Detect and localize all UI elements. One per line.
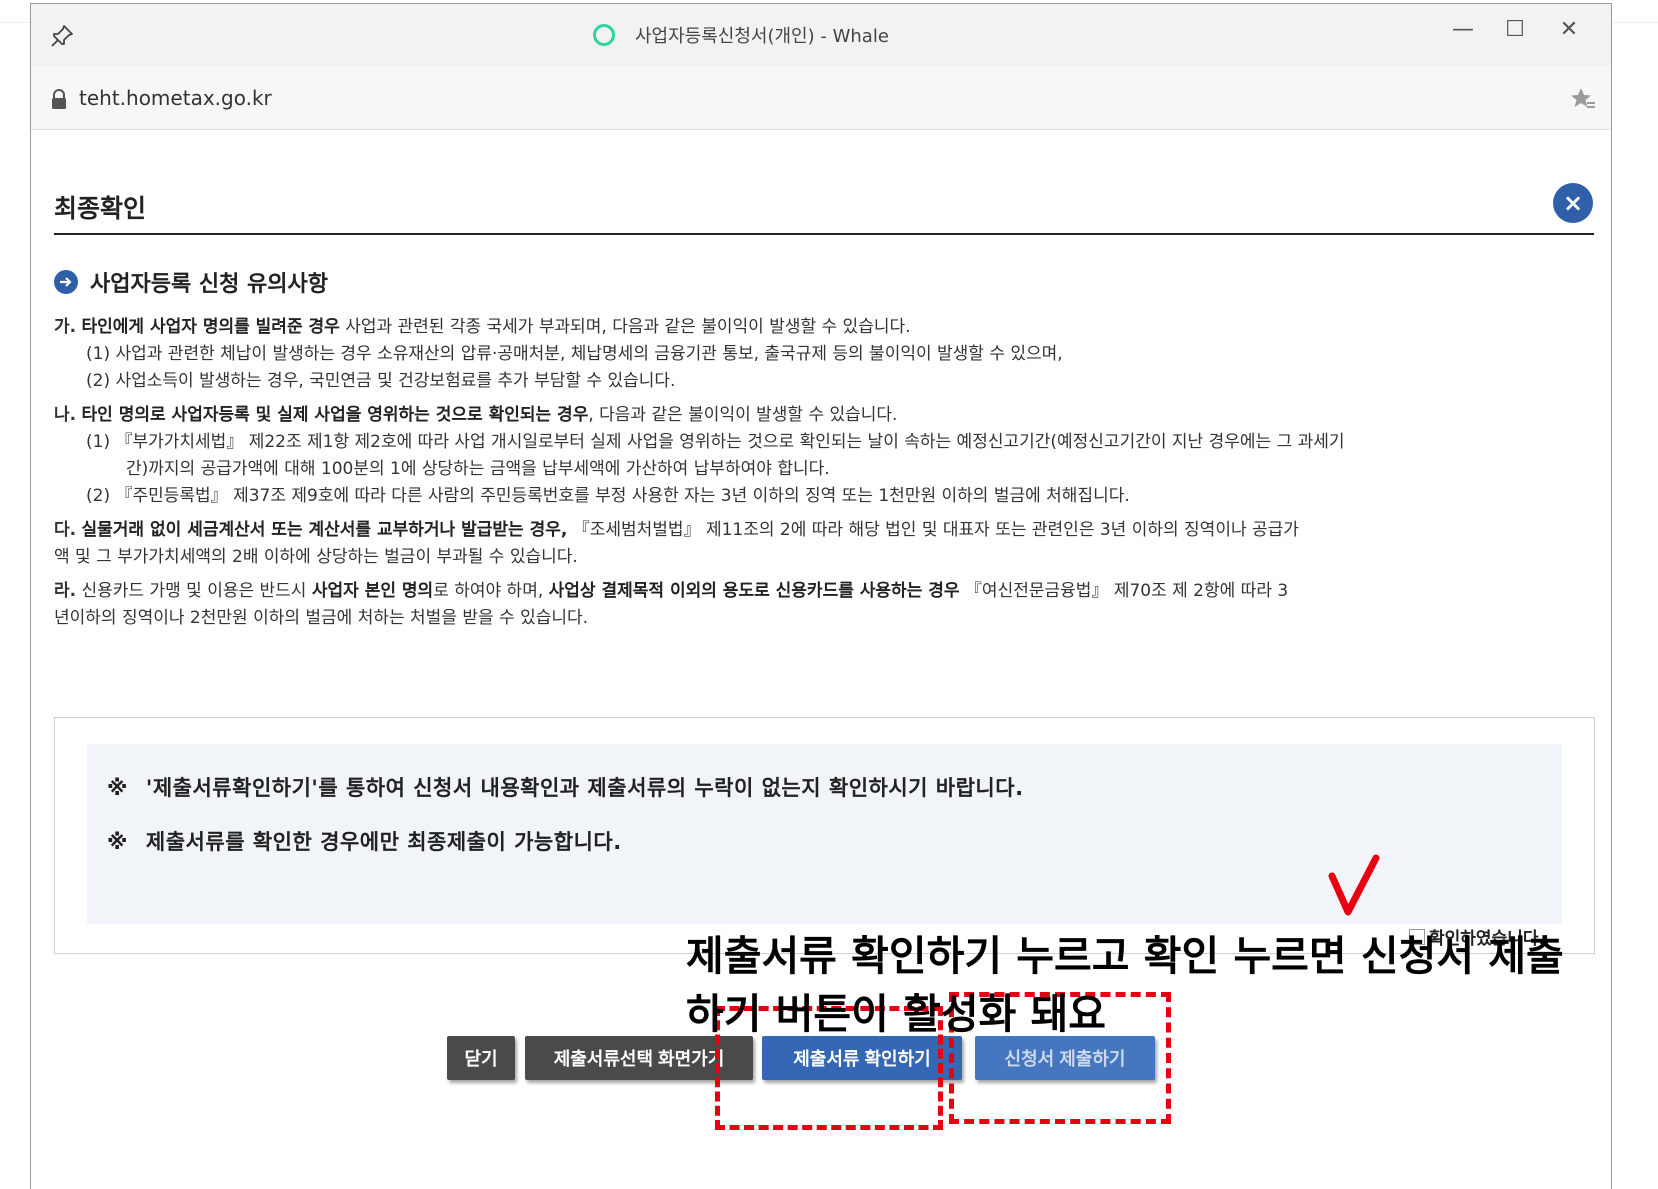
notice-bold-text: 사업상 결제목적 이외의 용도로 신용카드를 사용하는 경우 [548, 581, 960, 601]
notice-text: 로 하여야 하며, [433, 581, 549, 601]
notice-bold-text: 타인에게 사업자 명의를 빌려준 경우 [81, 317, 340, 337]
title-divider [54, 233, 1594, 235]
address-bar: teht.hometax.go.kr [31, 66, 1611, 130]
notice-bold-text: 실물거래 없이 세금계산서 또는 계산서를 교부하거나 발급받는 경우, [81, 520, 568, 540]
notice-marker: 가. [54, 317, 77, 337]
instruction-annotation: 제출서류 확인하기 누르고 확인 누르면 신청서 제출 하기 버튼이 활성화 돼… [686, 927, 1564, 1043]
confirm-message-text: '제출서류확인하기'를 통하여 신청서 내용확인과 제출서류의 누락이 없는지 … [145, 776, 1024, 800]
bookmark-star-icon[interactable] [1569, 86, 1597, 112]
window-close-icon: ✕ [1559, 16, 1579, 42]
notice-sub-item: (1) 사업과 관련한 체납이 발생하는 경우 소유재산의 압류·공매처분, 체… [86, 344, 1063, 364]
notice-text: 사업과 관련된 각종 국세가 부과되며, 다음과 같은 불이익이 발생할 수 있… [339, 317, 911, 337]
notice-text-continued: 년이하의 징역이나 2천만원 이하의 벌금에 처하는 처벌을 받을 수 있습니다… [54, 608, 589, 628]
section-title: 사업자등록 신청 유의사항 [90, 272, 328, 297]
minimize-icon: — [1452, 16, 1474, 42]
pin-icon[interactable] [49, 23, 75, 49]
notice-sub-item: (2) 『주민등록법』 제37조 제9호에 따라 다른 사람의 주민등록번호를 … [86, 486, 1130, 506]
close-icon: × [1562, 189, 1584, 217]
notice-item-da: 다. 실물거래 없이 세금계산서 또는 계산서를 교부하거나 발급받는 경우, … [54, 517, 1599, 571]
annotation-line: 제출서류 확인하기 누르고 확인 누르면 신청서 제출 [686, 932, 1564, 980]
dialog-content: 최종확인 × 사업자등록 신청 유의사항 가. 타인에게 사업자 명의를 빌려준… [31, 131, 1611, 1189]
notice-bold-text: 사업자 본인 명의 [311, 581, 434, 601]
confirm-message-text: 제출서류를 확인한 경우에만 최종제출이 가능합니다. [145, 830, 622, 854]
notice-bold-text: 타인 명의로 사업자등록 및 실제 사업을 영위하는 것으로 확인되는 경우 [81, 405, 589, 425]
url-text[interactable]: teht.hometax.go.kr [79, 86, 272, 110]
notice-item-ga: 가. 타인에게 사업자 명의를 빌려준 경우 사업과 관련된 각종 국세가 부과… [54, 314, 1599, 395]
browser-window: 사업자등록신청서(개인) - Whale — ☐ ✕ teht.hometax.… [30, 3, 1612, 1189]
window-title: 사업자등록신청서(개인) - Whale [635, 26, 889, 47]
reference-mark: ※ [107, 830, 128, 854]
notice-text: 신용카드 가맹 및 이용은 반드시 [76, 581, 312, 601]
confirm-message-1: ※ '제출서류확인하기'를 통하여 신청서 내용확인과 제출서류의 누락이 없는지… [107, 772, 1024, 802]
section-header: 사업자등록 신청 유의사항 [54, 266, 328, 298]
notice-item-ra: 라. 신용카드 가맹 및 이용은 반드시 사업자 본인 명의로 하여야 하며, … [54, 578, 1599, 632]
notice-text-continued: 액 및 그 부가가치세액의 2배 이하에 상당하는 벌금이 부과될 수 있습니다… [54, 547, 578, 567]
notice-text: , 다음과 같은 불이익이 발생할 수 있습니다. [588, 405, 898, 425]
lock-icon [52, 89, 66, 109]
maximize-icon: ☐ [1505, 16, 1525, 42]
notice-sub-item-continued: 간)까지의 공급가액에 대해 100분의 1에 상당하는 금액을 납부세액에 가… [126, 459, 830, 479]
confirm-message-2: ※ 제출서류를 확인한 경우에만 최종제출이 가능합니다. [107, 826, 622, 856]
close-button[interactable]: 닫기 [447, 1036, 515, 1080]
window-title-group: 사업자등록신청서(개인) - Whale [593, 22, 889, 48]
dialog-close-button[interactable]: × [1553, 183, 1593, 223]
page-title: 최종확인 [54, 194, 147, 223]
whale-browser-icon [593, 24, 615, 46]
reference-mark: ※ [107, 776, 128, 800]
notice-sub-item: (2) 사업소득이 발생하는 경우, 국민연금 및 건강보험료를 추가 부담할 … [86, 371, 676, 391]
notice-marker: 나. [54, 405, 77, 425]
minimize-button[interactable]: — [1445, 14, 1481, 44]
notice-text: 『조세범처벌법』 제11조의 2에 따라 해당 법인 및 대표자 또는 관련인은… [567, 520, 1299, 540]
notice-list: 가. 타인에게 사업자 명의를 빌려준 경우 사업과 관련된 각종 국세가 부과… [54, 314, 1599, 639]
notice-sub-item: (1) 『부가가치세법』 제22조 제1항 제2호에 따라 사업 개시일로부터 … [86, 432, 1345, 452]
notice-text: 『여신전문금융법』 제70조 제 2항에 따라 3 [959, 581, 1289, 601]
notice-marker: 라. [54, 581, 77, 601]
arrow-right-icon [54, 270, 78, 294]
window-close-button[interactable]: ✕ [1551, 14, 1587, 44]
maximize-button[interactable]: ☐ [1497, 14, 1533, 44]
red-checkmark-icon [1328, 854, 1380, 916]
notice-marker: 다. [54, 520, 77, 540]
annotation-line: 하기 버튼이 활성화 돼요 [686, 990, 1107, 1038]
notice-item-na: 나. 타인 명의로 사업자등록 및 실제 사업을 영위하는 것으로 확인되는 경… [54, 402, 1599, 510]
title-bar: 사업자등록신청서(개인) - Whale — ☐ ✕ [31, 4, 1611, 66]
